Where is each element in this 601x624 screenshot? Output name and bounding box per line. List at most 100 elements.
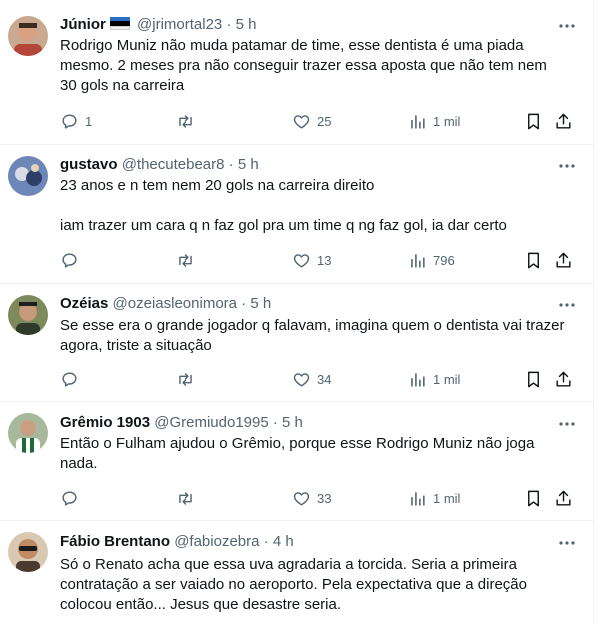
separator-dot: ·	[263, 533, 269, 550]
retweet-icon	[179, 253, 192, 267]
separator-dot: ·	[226, 16, 232, 33]
separator-dot: ·	[272, 414, 278, 431]
views-icon	[411, 372, 425, 387]
more-icon[interactable]	[557, 16, 577, 36]
heart-icon	[293, 114, 310, 129]
bookmark-icon	[528, 252, 539, 268]
tweet-header: Grêmio 1903 @Gremiudo1995 · 5 h	[60, 413, 303, 433]
timestamp[interactable]: 5 h	[236, 16, 257, 33]
avatar[interactable]	[8, 413, 48, 453]
share-icon	[556, 371, 571, 387]
share-button[interactable]	[554, 366, 573, 392]
like-button[interactable]: 33	[292, 485, 331, 511]
action-bar: 33 1 mil	[52, 485, 580, 511]
avatar[interactable]	[8, 295, 48, 335]
action-bar: 13 796	[52, 247, 580, 273]
separator-dot: ·	[241, 295, 247, 312]
retweet-button[interactable]	[176, 247, 201, 273]
tweet-text: Então o Fulham ajudou o Grêmio, porque e…	[60, 435, 535, 472]
views-count: 1 mil	[433, 113, 461, 129]
tweet-header: gustavo @thecutebear8 · 5 h	[60, 155, 259, 175]
tweet-text: Rodrigo Muniz não muda patamar de time, …	[60, 37, 547, 94]
tweet[interactable]: Fábio Brentano @fabiozebra · 4 h Só o Re…	[0, 520, 593, 624]
reply-icon	[62, 490, 77, 506]
retweet-icon	[179, 114, 192, 128]
like-button[interactable]: 25	[292, 108, 331, 134]
display-name[interactable]: Júnior	[60, 16, 106, 33]
timestamp[interactable]: 5 h	[250, 295, 271, 312]
bookmark-icon	[528, 490, 539, 506]
tweet-header: Ozéias @ozeiasleonimora · 5 h	[60, 294, 271, 314]
reply-button[interactable]	[60, 366, 85, 392]
action-bar: 1 25 1 mil	[52, 108, 580, 134]
bookmark-button[interactable]	[524, 366, 543, 392]
share-button[interactable]	[554, 247, 573, 273]
views-button[interactable]: 1 mil	[408, 485, 460, 511]
tweet[interactable]: Ozéias @ozeiasleonimora · 5 h Se esse er…	[0, 283, 593, 402]
reply-icon	[62, 371, 77, 387]
tweet[interactable]: Júnior @jrimortal23 · 5 h Rodrigo Muniz …	[0, 0, 593, 145]
reply-button[interactable]	[60, 247, 85, 273]
reply-count: 1	[85, 113, 93, 129]
bookmark-button[interactable]	[524, 108, 543, 134]
timestamp[interactable]: 5 h	[282, 414, 303, 431]
handle[interactable]: @fabiozebra	[174, 533, 259, 550]
reply-feed: Júnior @jrimortal23 · 5 h Rodrigo Muniz …	[0, 0, 594, 624]
share-button[interactable]	[554, 108, 573, 134]
like-count: 34	[317, 371, 332, 387]
bookmark-button[interactable]	[524, 247, 543, 273]
like-button[interactable]: 34	[292, 366, 331, 392]
retweet-icon	[179, 372, 192, 386]
more-icon[interactable]	[557, 295, 577, 315]
share-button[interactable]	[554, 485, 573, 511]
reply-icon	[62, 113, 77, 129]
tweet-header: Júnior @jrimortal23 · 5 h	[60, 15, 256, 35]
views-button[interactable]: 1 mil	[408, 366, 460, 392]
share-icon	[556, 490, 571, 506]
views-icon	[411, 253, 425, 268]
tweet[interactable]: gustavo @thecutebear8 · 5 h 23 anos e n …	[0, 144, 593, 284]
action-bar: 34 1 mil	[52, 366, 580, 392]
more-icon[interactable]	[557, 533, 577, 553]
more-icon[interactable]	[557, 414, 577, 434]
heart-icon	[293, 491, 310, 506]
retweet-icon	[179, 491, 192, 505]
views-count: 1 mil	[433, 490, 461, 506]
timestamp[interactable]: 4 h	[273, 533, 294, 550]
retweet-button[interactable]	[176, 485, 201, 511]
share-icon	[556, 113, 571, 129]
bookmark-button[interactable]	[524, 485, 543, 511]
avatar[interactable]	[8, 16, 48, 56]
bookmark-icon	[528, 113, 539, 129]
display-name[interactable]: Fábio Brentano	[60, 533, 170, 550]
views-button[interactable]: 796	[408, 247, 455, 273]
handle[interactable]: @thecutebear8	[122, 156, 225, 173]
like-count: 25	[317, 113, 332, 129]
tweet-text: Se esse era o grande jogador q falavam, …	[60, 317, 565, 354]
tweet-header: Fábio Brentano @fabiozebra · 4 h	[60, 532, 294, 552]
like-button[interactable]: 13	[292, 247, 331, 273]
share-icon	[556, 252, 571, 268]
views-button[interactable]: 1 mil	[408, 108, 460, 134]
timestamp[interactable]: 5 h	[238, 156, 259, 173]
heart-icon	[293, 372, 310, 387]
handle[interactable]: @jrimortal23	[137, 16, 222, 33]
display-name[interactable]: Ozéias	[60, 295, 108, 312]
avatar[interactable]	[8, 532, 48, 572]
reply-button[interactable]: 1	[60, 108, 92, 134]
handle[interactable]: @Gremiudo1995	[154, 414, 268, 431]
reply-button[interactable]	[60, 485, 85, 511]
retweet-button[interactable]	[176, 108, 201, 134]
more-icon[interactable]	[557, 156, 577, 176]
reply-icon	[62, 252, 77, 268]
tweet[interactable]: Grêmio 1903 @Gremiudo1995 · 5 h Então o …	[0, 401, 593, 521]
retweet-button[interactable]	[176, 366, 201, 392]
bookmark-icon	[528, 371, 539, 387]
display-name[interactable]: Grêmio 1903	[60, 414, 150, 431]
views-count: 1 mil	[433, 371, 461, 387]
display-name[interactable]: gustavo	[60, 156, 118, 173]
avatar[interactable]	[8, 156, 48, 196]
handle[interactable]: @ozeiasleonimora	[113, 295, 237, 312]
like-count: 33	[317, 490, 332, 506]
views-icon	[411, 114, 425, 129]
